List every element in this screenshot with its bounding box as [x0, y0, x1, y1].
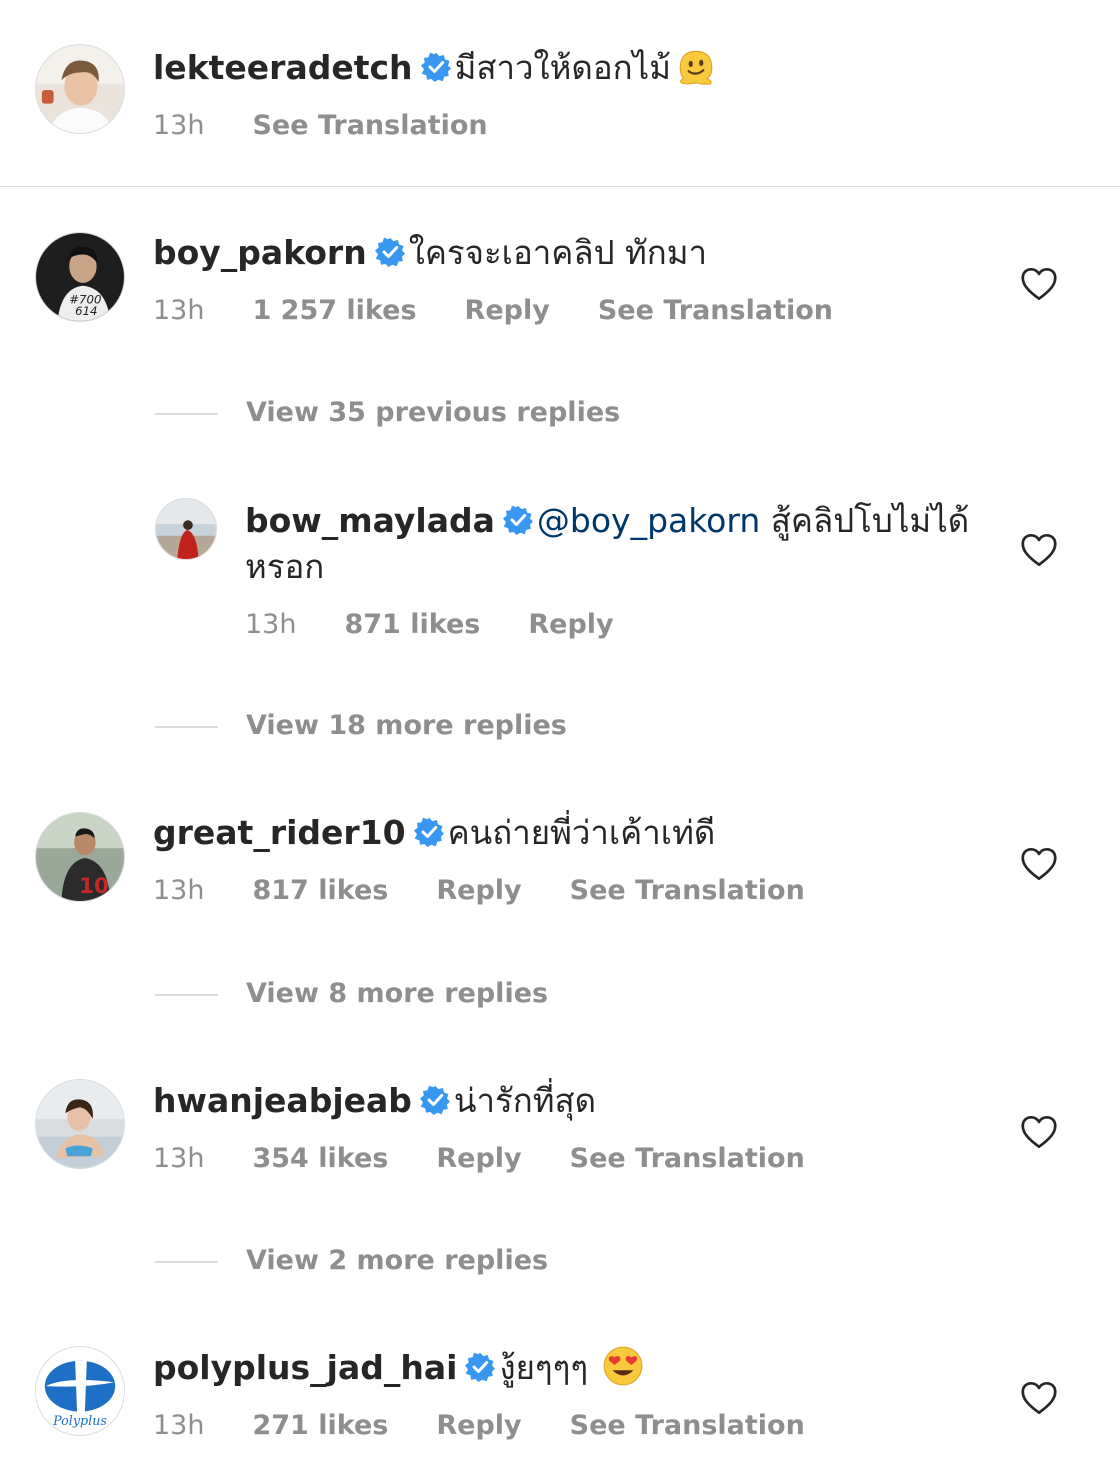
avatar[interactable]: [35, 44, 125, 134]
comment-time: 13h: [153, 295, 205, 326]
comment-text: สู้คลิปโบไม่ได้: [770, 501, 970, 540]
comment-text: คนถ่ายพี่ว่าเค้าเท่ดี: [447, 813, 716, 852]
view-more-replies-button[interactable]: View 2 more replies: [155, 1242, 548, 1280]
comment-polyplus-jad-hai: Polyplus polyplus_jad_hai งู้ยๆๆๆ 13h 271 …: [0, 1302, 1120, 1462]
reply-button[interactable]: Reply: [436, 1407, 521, 1445]
melting-face-emoji: [675, 45, 717, 87]
divider-dash: [155, 1260, 218, 1263]
view-more-replies-button[interactable]: View 18 more replies: [155, 707, 567, 745]
username[interactable]: great_rider10: [153, 813, 406, 852]
comment-hwanjeabjeab: hwanjeabjeab น่ารักที่สุด 13h 354 likes Rep…: [0, 1035, 1120, 1195]
reply-bow-maylada: bow_maylada @boy_pakorn สู้คลิปโบไม่ได้ ห…: [0, 490, 1120, 660]
view-replies-label: View 8 more replies: [246, 978, 549, 1009]
comment-text: มีสาวให้ดอกไม้: [454, 48, 671, 87]
view-previous-replies-button[interactable]: View 35 previous replies: [155, 394, 620, 432]
comment-time: 13h: [245, 609, 297, 640]
likes-count[interactable]: 271 likes: [252, 1407, 388, 1445]
heart-icon[interactable]: [1020, 847, 1058, 881]
comment-text: ใครจะเอาคลิป ทักมา: [408, 233, 708, 272]
comment-text-continued: หรอก: [245, 547, 325, 586]
reply-button[interactable]: Reply: [528, 606, 613, 644]
svg-text:10: 10: [79, 874, 109, 899]
likes-count[interactable]: 1 257 likes: [252, 292, 416, 330]
view-replies-label: View 35 previous replies: [246, 397, 621, 428]
divider-dash: [155, 412, 218, 415]
polyplus-logo-text: Polyplus: [52, 1413, 107, 1428]
verified-badge-icon: [413, 817, 444, 847]
comment-text: น่ารักที่สุด: [453, 1081, 597, 1120]
avatar[interactable]: #700 614: [35, 232, 125, 322]
reply-button[interactable]: Reply: [436, 1140, 521, 1178]
divider-dash: [155, 725, 218, 728]
see-translation-button[interactable]: See Translation: [570, 1140, 805, 1178]
username[interactable]: hwanjeabjeab: [153, 1081, 412, 1120]
divider-dash: [155, 993, 218, 996]
verified-badge-icon: [502, 505, 533, 535]
verified-badge-icon: [465, 1352, 496, 1382]
verified-badge-icon: [374, 237, 405, 267]
see-translation-button[interactable]: See Translation: [570, 1407, 805, 1445]
mention-link[interactable]: @boy_pakorn: [537, 501, 760, 540]
username[interactable]: polyplus_jad_hai: [153, 1348, 457, 1387]
comment-time: 13h: [153, 110, 205, 141]
comment-great-rider10: 10 great_rider10 คนถ่ายพี่ว่าเค้าเท่ดี 13…: [0, 767, 1120, 927]
comment-time: 13h: [153, 1410, 205, 1441]
heart-icon[interactable]: [1020, 1381, 1058, 1415]
reply-button[interactable]: Reply: [465, 292, 550, 330]
see-translation-button[interactable]: See Translation: [252, 107, 487, 145]
username[interactable]: lekteeradetch: [153, 48, 413, 87]
heart-icon[interactable]: [1020, 267, 1058, 301]
comment-text: งู้ยๆๆๆ: [499, 1348, 589, 1387]
view-replies-label: View 18 more replies: [246, 710, 567, 741]
comment-time: 13h: [153, 1143, 205, 1174]
view-more-replies-button[interactable]: View 8 more replies: [155, 975, 548, 1013]
comment-boy-pakorn: #700 614 boy_pakorn ใครจะเอาคลิป ทักมา 13…: [0, 187, 1120, 387]
username[interactable]: bow_maylada: [245, 501, 495, 540]
avatar[interactable]: [155, 498, 217, 560]
heart-icon[interactable]: [1020, 533, 1058, 567]
verified-badge-icon: [419, 1085, 450, 1115]
likes-count[interactable]: 871 likes: [344, 606, 480, 644]
avatar[interactable]: Polyplus: [35, 1346, 125, 1436]
view-replies-label: View 2 more replies: [246, 1245, 549, 1276]
likes-count[interactable]: 354 likes: [252, 1140, 388, 1178]
avatar[interactable]: 10: [35, 812, 125, 902]
comment-lekteeradetch: lekteeradetch มีสาวให้ดอกไม้ 13h See Trans…: [0, 0, 1120, 186]
verified-badge-icon: [420, 52, 451, 82]
likes-count[interactable]: 817 likes: [252, 872, 388, 910]
reply-button[interactable]: Reply: [436, 872, 521, 910]
username[interactable]: boy_pakorn: [153, 233, 367, 272]
avatar[interactable]: [35, 1079, 125, 1169]
comment-time: 13h: [153, 875, 205, 906]
svg-text:614: 614: [75, 304, 97, 318]
heart-icon[interactable]: [1020, 1115, 1058, 1149]
see-translation-button[interactable]: See Translation: [598, 292, 833, 330]
heart-eyes-emoji: [602, 1345, 644, 1387]
see-translation-button[interactable]: See Translation: [570, 872, 805, 910]
